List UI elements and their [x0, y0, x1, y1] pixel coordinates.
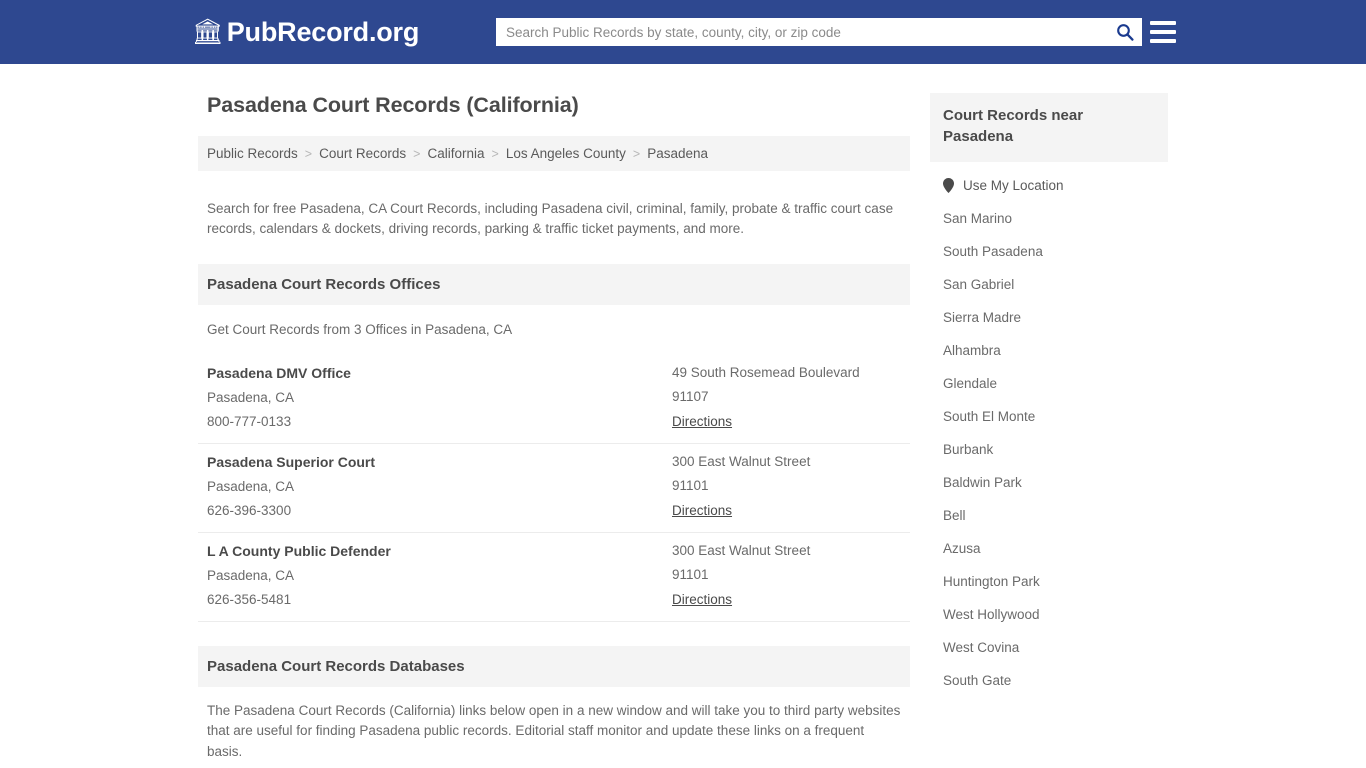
- office-street: 49 South Rosemead Boulevard: [672, 364, 860, 380]
- nearby-city-baldwin-park[interactable]: Baldwin Park: [930, 466, 1168, 499]
- office-directions-link[interactable]: Directions: [672, 592, 732, 607]
- nearby-city-sierra-madre[interactable]: Sierra Madre: [930, 301, 1168, 334]
- breadcrumb-item-public-records[interactable]: Public Records: [207, 146, 298, 161]
- office-name: Pasadena DMV Office: [207, 364, 351, 381]
- office-name: L A County Public Defender: [207, 542, 391, 559]
- offices-list: Pasadena DMV Office Pasadena, CA 800-777-0…: [198, 355, 910, 622]
- nearby-city-south-pasadena[interactable]: South Pasadena: [930, 235, 1168, 268]
- use-my-location-button[interactable]: Use My Location: [930, 169, 1168, 202]
- use-my-location-label: Use My Location: [963, 178, 1064, 194]
- nearby-city-azusa[interactable]: Azusa: [930, 532, 1168, 565]
- offices-section-subheading: Get Court Records from 3 Offices in Pasa…: [207, 321, 513, 337]
- nearby-city-west-covina[interactable]: West Covina: [930, 631, 1168, 664]
- breadcrumb-item-pasadena[interactable]: Pasadena: [647, 146, 708, 161]
- bank-icon: 🏛: [192, 17, 224, 46]
- office-info: Pasadena DMV Office Pasadena, CA 800-777-0…: [207, 365, 672, 431]
- databases-section-description: The Pasadena Court Records (California) …: [207, 702, 901, 759]
- sidebar-heading: Court Records near Pasadena: [930, 93, 1168, 163]
- office-phone: 626-356-5481: [207, 591, 292, 607]
- office-row: Pasadena DMV Office Pasadena, CA 800-777-0…: [198, 355, 910, 444]
- database-link-row: City of Pasadena Parking Tickets https:/…: [198, 762, 910, 768]
- breadcrumb-separator: >: [491, 146, 499, 161]
- nearby-city-san-marino[interactable]: San Marino: [930, 202, 1168, 235]
- map-pin-icon: [943, 178, 954, 194]
- nearby-city-bell[interactable]: Bell: [930, 499, 1168, 532]
- breadcrumb-separator: >: [413, 146, 421, 161]
- content-wrapper: Pasadena Court Records (California) Publ…: [198, 64, 1168, 768]
- page-body: Pasadena Court Records (California) Publ…: [0, 64, 1366, 768]
- offices-section-heading: Pasadena Court Records Offices: [198, 263, 910, 305]
- sidebar: Court Records near Pasadena Use My Locat…: [930, 84, 1168, 697]
- hamburger-menu-icon[interactable]: [1150, 19, 1176, 45]
- menu-bar-1: [1150, 21, 1176, 25]
- search-button[interactable]: [1108, 18, 1142, 46]
- nearby-city-burbank[interactable]: Burbank: [930, 433, 1168, 466]
- breadcrumb-item-california[interactable]: California: [427, 146, 484, 161]
- office-info: L A County Public Defender Pasadena, CA 62…: [207, 543, 672, 609]
- office-address: 300 East Walnut Street 91101 Directions: [672, 543, 901, 609]
- office-street: 300 East Walnut Street: [672, 542, 811, 558]
- office-city: Pasadena, CA: [207, 567, 295, 583]
- office-phone: 800-777-0133: [207, 413, 292, 429]
- office-phone: 626-396-3300: [207, 502, 292, 518]
- nearby-city-west-hollywood[interactable]: West Hollywood: [930, 598, 1168, 631]
- office-city: Pasadena, CA: [207, 478, 295, 494]
- nearby-city-alhambra[interactable]: Alhambra: [930, 334, 1168, 367]
- intro-paragraph: Search for free Pasadena, CA Court Recor…: [207, 200, 894, 237]
- office-address: 49 South Rosemead Boulevard 91107 Directio…: [672, 365, 901, 431]
- office-info: Pasadena Superior Court Pasadena, CA 626-3…: [207, 454, 672, 520]
- office-address: 300 East Walnut Street 91101 Directions: [672, 454, 901, 520]
- breadcrumb-item-court-records[interactable]: Court Records: [319, 146, 406, 161]
- site-header: 🏛 PubRecord.org: [0, 0, 1366, 64]
- menu-bar-3: [1150, 39, 1176, 43]
- search-icon: [1117, 24, 1134, 41]
- breadcrumb-item-los-angeles-county[interactable]: Los Angeles County: [506, 146, 626, 161]
- databases-section-heading: Pasadena Court Records Databases: [198, 645, 910, 687]
- office-row: L A County Public Defender Pasadena, CA 62…: [198, 533, 910, 622]
- nearby-city-san-gabriel[interactable]: San Gabriel: [930, 268, 1168, 301]
- breadcrumb-separator: >: [632, 146, 641, 161]
- nearby-city-south-el-monte[interactable]: South El Monte: [930, 400, 1168, 433]
- brand-name: PubRecord.org: [226, 16, 420, 47]
- nearby-cities-list: Use My Location San Marino South Pasadena S…: [930, 169, 1168, 697]
- office-zip: 91107: [672, 388, 709, 404]
- nearby-city-huntington-park[interactable]: Huntington Park: [930, 565, 1168, 598]
- office-city: Pasadena, CA: [207, 389, 295, 405]
- office-directions-link[interactable]: Directions: [672, 503, 732, 518]
- menu-bar-2: [1150, 30, 1176, 34]
- office-name: Pasadena Superior Court: [207, 453, 376, 470]
- office-directions-link[interactable]: Directions: [672, 414, 732, 429]
- main-column: Pasadena Court Records (California) Publ…: [198, 84, 910, 768]
- page-title: Pasadena Court Records (California): [207, 93, 579, 117]
- search-bar[interactable]: [496, 18, 1142, 46]
- office-row: Pasadena Superior Court Pasadena, CA 626-3…: [198, 444, 910, 533]
- nearby-city-south-gate[interactable]: South Gate: [930, 664, 1168, 697]
- site-logo-link[interactable]: 🏛 PubRecord.org: [192, 17, 419, 48]
- office-zip: 91101: [672, 477, 709, 493]
- nearby-city-glendale[interactable]: Glendale: [930, 367, 1168, 400]
- breadcrumb: Public Records > Court Records > California >…: [198, 136, 910, 171]
- office-street: 300 East Walnut Street: [672, 453, 811, 469]
- search-input[interactable]: [496, 18, 1108, 46]
- breadcrumb-separator: >: [304, 146, 313, 161]
- office-zip: 91101: [672, 566, 709, 582]
